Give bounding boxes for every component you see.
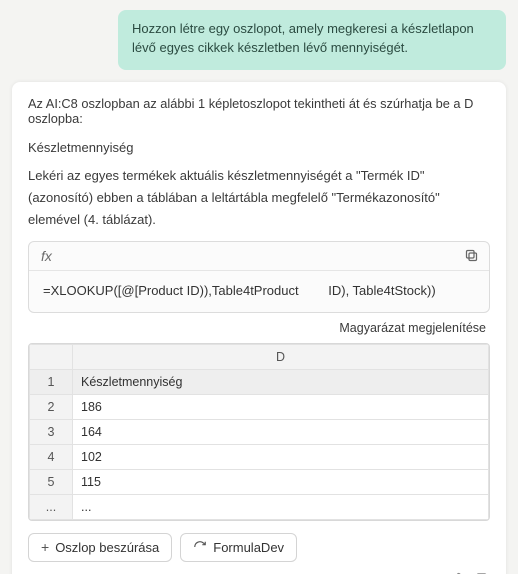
- preview-table: D 1Készletmennyiség2186316441025115.....…: [28, 343, 490, 521]
- formuladev-label: FormulaDev: [213, 540, 284, 555]
- table-row: 5115: [30, 469, 489, 494]
- formula-box: fx =XLOOKUP([@[Product ID)),Table4tProdu…: [28, 241, 490, 313]
- table-corner: [30, 344, 73, 369]
- assistant-card: Az AI:C8 oszlopban az alábbi 1 képletosz…: [12, 82, 506, 574]
- show-explanation-link[interactable]: Magyarázat megjelenítése: [339, 321, 486, 335]
- suggested-column-title: Készletmennyiség: [28, 140, 490, 155]
- plus-icon: +: [41, 540, 49, 554]
- cell-value: ...: [73, 494, 489, 519]
- cell-value: 186: [73, 394, 489, 419]
- row-number: 4: [30, 444, 73, 469]
- user-message-text: Hozzon létre egy oszlopot, amely megkere…: [132, 21, 474, 55]
- assistant-lead-text: Az AI:C8 oszlopban az alábbi 1 képletosz…: [28, 96, 490, 126]
- row-number: 5: [30, 469, 73, 494]
- row-number: 1: [30, 369, 73, 394]
- insert-column-label: Oszlop beszúrása: [55, 540, 159, 555]
- formula-part1: =XLOOKUP([@[Product ID)),Table4tProduct: [43, 283, 299, 298]
- cell-value: 164: [73, 419, 489, 444]
- formuladev-button[interactable]: FormulaDev: [180, 533, 297, 562]
- column-description: Lekéri az egyes termékek aktuális készle…: [28, 165, 490, 231]
- row-number: 2: [30, 394, 73, 419]
- insert-column-button[interactable]: + Oszlop beszúrása: [28, 533, 172, 562]
- cell-value: 102: [73, 444, 489, 469]
- table-row: 2186: [30, 394, 489, 419]
- cell-value: 115: [73, 469, 489, 494]
- refresh-icon: [193, 540, 207, 554]
- table-row: 3164: [30, 419, 489, 444]
- table-row: 1Készletmennyiség: [30, 369, 489, 394]
- user-message-bubble: Hozzon létre egy oszlopot, amely megkere…: [118, 10, 506, 70]
- table-col-header: D: [73, 344, 489, 369]
- copy-icon[interactable]: [464, 248, 479, 263]
- formula-text: =XLOOKUP([@[Product ID)),Table4tProduct …: [29, 271, 489, 312]
- formula-part2: ID), Table4tStock)): [328, 283, 435, 298]
- row-number: ...: [30, 494, 73, 519]
- table-row: ......: [30, 494, 489, 519]
- fx-label: fx: [41, 248, 52, 264]
- row-number: 3: [30, 419, 73, 444]
- table-row: 4102: [30, 444, 489, 469]
- cell-value: Készletmennyiség: [73, 369, 489, 394]
